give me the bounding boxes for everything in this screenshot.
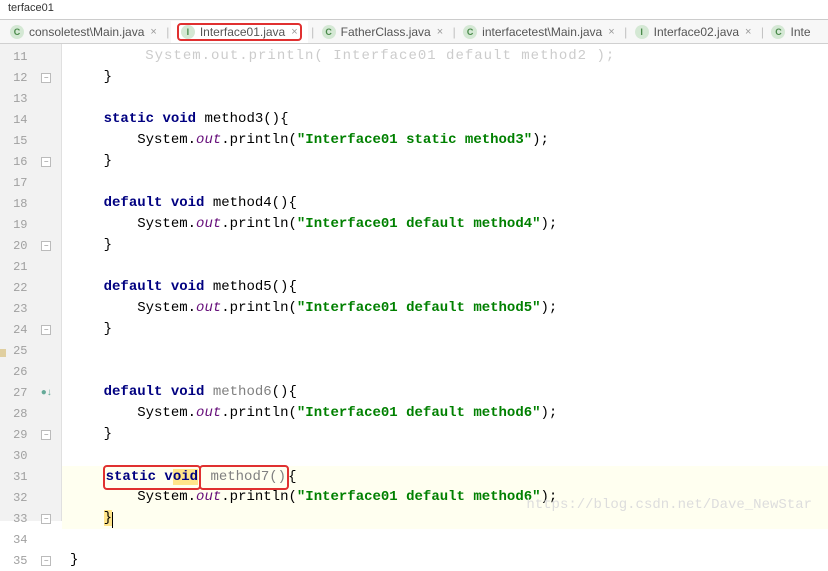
tab-consoletest-main[interactable]: C consoletest\Main.java ×: [4, 23, 163, 41]
code-line: default void method6(){: [62, 382, 828, 403]
line-number: 15: [0, 134, 32, 148]
code-line: }: [62, 235, 828, 256]
line-number: 30: [0, 449, 32, 463]
gutter: 11 12− 13 14 15 16− 17 18 19 20− 21 22 2…: [0, 44, 62, 521]
close-icon[interactable]: ×: [745, 26, 751, 38]
code-line: }: [62, 508, 828, 529]
tab-label: Interface01.java: [200, 25, 285, 39]
class-icon: C: [10, 25, 24, 39]
code-line: System.out.println("Interface01 default …: [62, 403, 828, 424]
line-number: 27: [0, 386, 32, 400]
code-line: [62, 445, 828, 466]
line-number: 34: [0, 533, 32, 547]
code-line: [62, 256, 828, 277]
class-icon: C: [322, 25, 336, 39]
code-line: }: [62, 550, 828, 571]
close-icon[interactable]: ×: [291, 26, 297, 38]
class-icon: C: [771, 25, 785, 39]
code-line: System.out.println("Interface01 default …: [62, 487, 828, 508]
line-number: 29: [0, 428, 32, 442]
close-icon[interactable]: ×: [608, 26, 614, 38]
code-line: static void method3(){: [62, 109, 828, 130]
code-line: [62, 361, 828, 382]
interface-icon: I: [181, 25, 195, 39]
tab-interface01[interactable]: I Interface01.java ×: [171, 21, 308, 43]
line-number: 13: [0, 92, 32, 106]
fold-end-icon[interactable]: −: [41, 430, 51, 440]
override-marker-icon[interactable]: ●↓: [41, 387, 52, 398]
line-number: 21: [0, 260, 32, 274]
code-line: System.out.println("Interface01 default …: [62, 214, 828, 235]
code-line: default void method5(){: [62, 277, 828, 298]
line-number: 14: [0, 113, 32, 127]
window-title: terface01: [0, 0, 828, 20]
fold-end-icon[interactable]: −: [41, 157, 51, 167]
line-number: 17: [0, 176, 32, 190]
line-number: 18: [0, 197, 32, 211]
line-number: 16: [0, 155, 32, 169]
fold-end-icon[interactable]: −: [41, 73, 51, 83]
annotation-highlight: I Interface01.java ×: [177, 23, 302, 41]
code-line: }: [62, 424, 828, 445]
code-line: }: [62, 67, 828, 88]
code-line: default void method4(){: [62, 193, 828, 214]
line-number: 32: [0, 491, 32, 505]
line-number: 35: [0, 554, 32, 568]
line-number: 22: [0, 281, 32, 295]
tab-interface02[interactable]: I Interface02.java ×: [629, 23, 758, 41]
line-number: 28: [0, 407, 32, 421]
tab-label: Interface02.java: [654, 25, 739, 39]
fold-end-icon[interactable]: −: [41, 556, 51, 566]
tab-label: interfacetest\Main.java: [482, 25, 602, 39]
code-line: System.out.println("Interface01 default …: [62, 298, 828, 319]
tab-interfacetest-main[interactable]: C interfacetest\Main.java ×: [457, 23, 621, 41]
tab-label: Inte: [790, 25, 810, 39]
close-icon[interactable]: ×: [437, 26, 443, 38]
code-area[interactable]: System.out.println( Interface01 default …: [62, 44, 828, 521]
line-number: 24: [0, 323, 32, 337]
line-number: 12: [0, 71, 32, 85]
line-number: 31: [0, 470, 32, 484]
code-line: [62, 172, 828, 193]
code-line: System.out.println("Interface01 static m…: [62, 130, 828, 151]
fold-end-icon[interactable]: −: [41, 325, 51, 335]
line-number: 26: [0, 365, 32, 379]
fold-end-icon[interactable]: −: [41, 241, 51, 251]
code-line: static void method7(){: [62, 466, 828, 487]
close-icon[interactable]: ×: [150, 26, 156, 38]
interface-icon: I: [635, 25, 649, 39]
code-line: }: [62, 151, 828, 172]
line-number: 11: [0, 50, 32, 64]
tab-label: FatherClass.java: [341, 25, 431, 39]
change-marker-strip: [0, 44, 4, 521]
code-line: [62, 340, 828, 361]
class-icon: C: [463, 25, 477, 39]
tab-label: consoletest\Main.java: [29, 25, 144, 39]
tab-bar: C consoletest\Main.java × | I Interface0…: [0, 20, 828, 44]
line-number: 33: [0, 512, 32, 526]
line-number: 19: [0, 218, 32, 232]
line-number: 20: [0, 239, 32, 253]
code-line: [62, 88, 828, 109]
code-line: System.out.println( Interface01 default …: [62, 46, 828, 67]
tab-fatherclass[interactable]: C FatherClass.java ×: [316, 23, 449, 41]
fold-end-icon[interactable]: −: [41, 514, 51, 524]
code-line: }: [62, 319, 828, 340]
tab-overflow[interactable]: C Inte: [765, 23, 816, 41]
code-line: [62, 529, 828, 550]
line-number: 23: [0, 302, 32, 316]
code-editor[interactable]: 11 12− 13 14 15 16− 17 18 19 20− 21 22 2…: [0, 44, 828, 521]
